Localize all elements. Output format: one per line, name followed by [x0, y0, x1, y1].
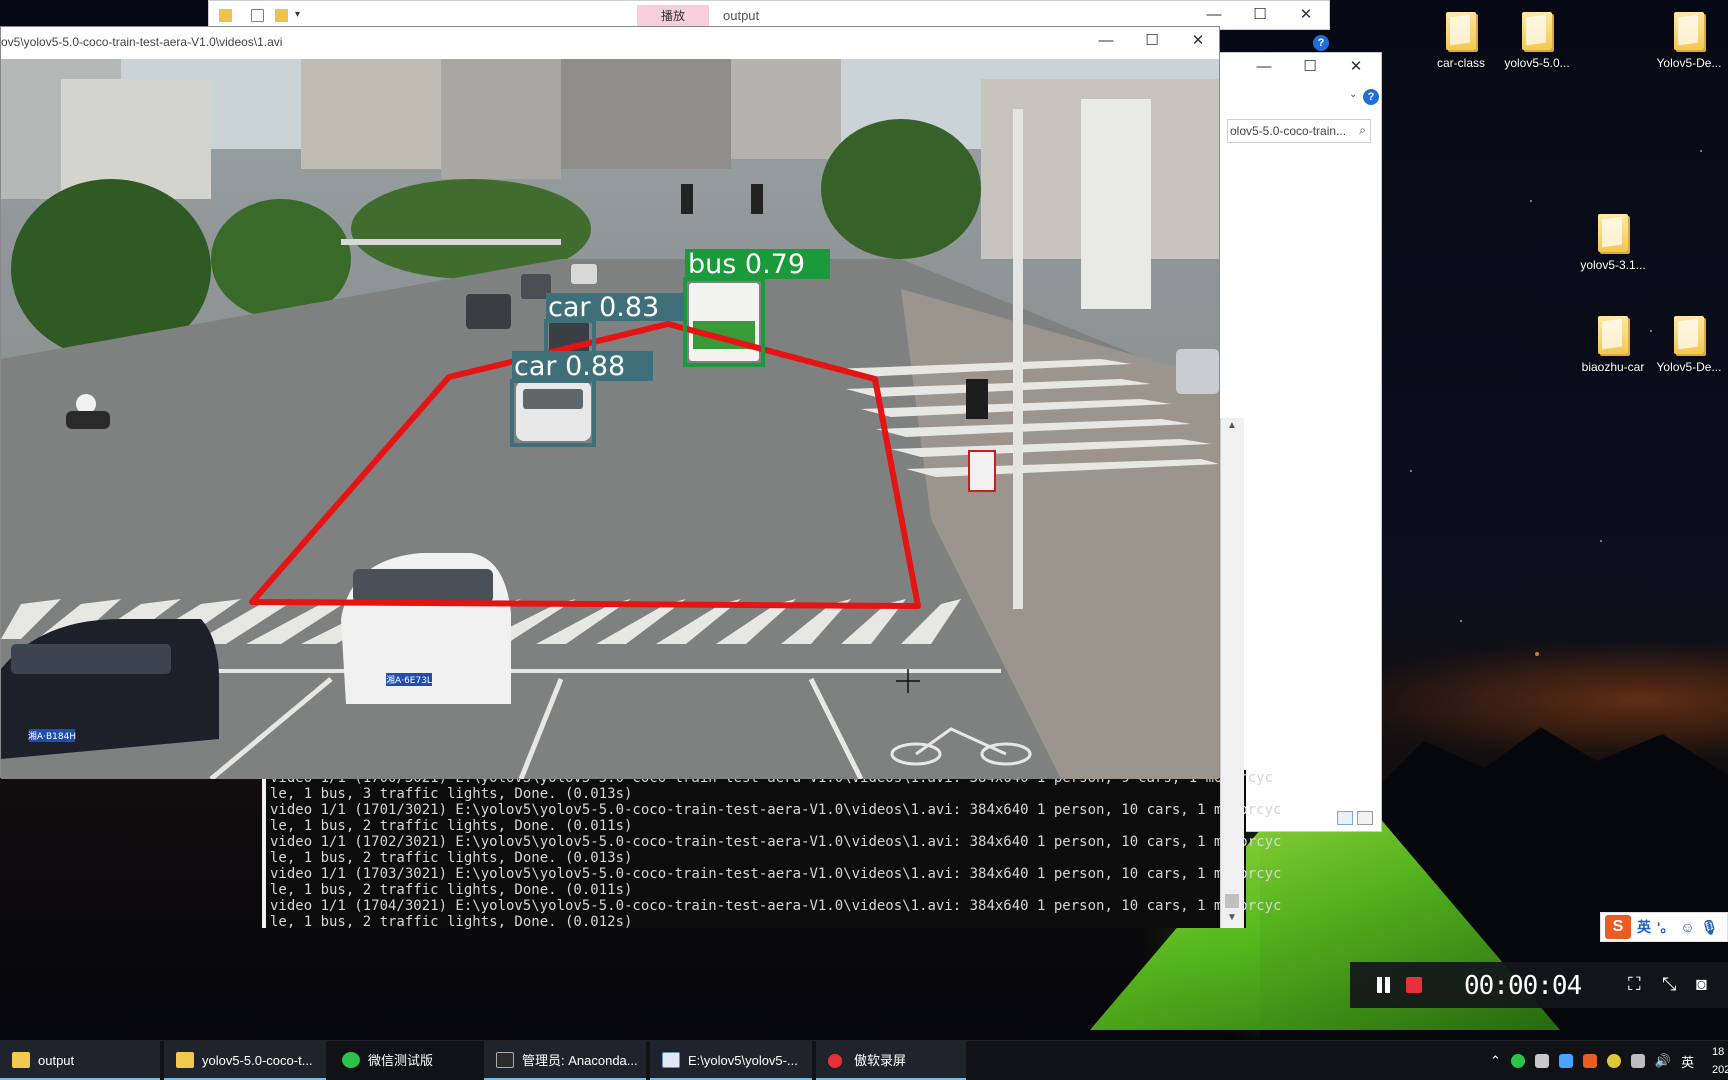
taskbar-item-yolov5-folder[interactable]: yolov5-5.0-coco-t...	[164, 1041, 326, 1080]
network-app-icon[interactable]	[1558, 1054, 1573, 1068]
close-button[interactable]: ✕	[1283, 1, 1329, 31]
camera-icon[interactable]: ◙	[1696, 974, 1707, 995]
usb-icon[interactable]	[1534, 1054, 1549, 1068]
collapse-icon[interactable]: ⤡	[1662, 974, 1676, 995]
tab-play[interactable]: 播放	[637, 5, 709, 28]
console-line: video 1/1 (1703/3021) E:\yolov5\yolov5-5…	[270, 866, 1282, 882]
chevron-down-icon[interactable]: ▾	[295, 9, 308, 22]
bus-detection-label: bus 0.79	[688, 249, 805, 280]
properties-icon[interactable]	[251, 9, 264, 22]
close-button[interactable]: ✕	[1333, 53, 1379, 83]
display-icon[interactable]	[1630, 1054, 1645, 1068]
folder-icon	[176, 1052, 194, 1068]
desktop-icon-car-class[interactable]: car-class	[1422, 12, 1500, 70]
taskbar-item-video-window[interactable]: E:\yolov5\yolov5-...	[650, 1041, 812, 1080]
folder-icon	[1598, 214, 1628, 252]
console-line: le, 1 bus, 2 traffic lights, Done. (0.01…	[270, 882, 633, 898]
large-icons-view-icon[interactable]	[1357, 811, 1373, 825]
license-plate: 湘A·6E73L	[386, 674, 432, 686]
console-line: le, 1 bus, 2 traffic lights, Done. (0.01…	[270, 914, 633, 930]
scroll-down-icon[interactable]: ▼	[1227, 912, 1237, 923]
folder-icon	[12, 1052, 30, 1068]
terminal-icon	[496, 1052, 514, 1068]
desktop-icon-yolov5-de-2[interactable]: Yolov5-De...	[1650, 316, 1728, 374]
console-line: video 1/1 (1701/3021) E:\yolov5\yolov5-5…	[270, 802, 1282, 818]
folder-icon	[1674, 316, 1704, 354]
console-scrollbar[interactable]: ▲ ▼	[1220, 418, 1244, 928]
folder-icon[interactable]	[219, 9, 232, 22]
help-icon[interactable]: ?	[1313, 35, 1329, 51]
explorer-title: output	[723, 8, 760, 23]
taskbar: output yolov5-5.0-coco-t... 微信测试版 管理员: A…	[0, 1040, 1728, 1080]
desktop-icon-yolov5-3[interactable]: yolov5-3.1...	[1574, 214, 1652, 272]
ime-language[interactable]: 英	[1637, 917, 1651, 937]
desktop-icon-biaozhu-car[interactable]: biaozhu-car	[1574, 316, 1652, 374]
ime-mic-icon[interactable]: 🎙	[1701, 919, 1719, 936]
stop-record-icon[interactable]	[1406, 977, 1422, 993]
car-detection-label: car 0.83	[548, 292, 659, 323]
search-input[interactable]: olov5-5.0-coco-train... ⌕	[1227, 119, 1371, 143]
desktop-icon-yolov5-de-1[interactable]: Yolov5-De...	[1650, 12, 1728, 70]
ime-punctuation-icon[interactable]: '。	[1657, 917, 1674, 937]
chevron-up-icon[interactable]: ⌃	[1490, 1053, 1501, 1069]
car-detection-label: car 0.88	[514, 351, 625, 382]
volume-icon[interactable]: 🔊	[1655, 1053, 1671, 1069]
taskbar-item-recorder[interactable]: 傲软录屏	[816, 1041, 966, 1080]
traffic-scene: 湘A·6E73L 湘A·B184H bus 0.79 car 0.83 car …	[1, 59, 1219, 779]
taskbar-clock[interactable]: 18 202	[1712, 1043, 1728, 1079]
console-output[interactable]: video 1/1 (1700/3021) E:\yolov5\yolov5-5…	[262, 770, 1281, 930]
folder-icon	[1522, 12, 1552, 50]
ime-toolbar[interactable]: S 英 '。 ☺ 🎙	[1600, 912, 1728, 942]
scroll-thumb[interactable]	[1225, 894, 1239, 908]
plus-tray-icon[interactable]	[1606, 1054, 1621, 1068]
minimize-button[interactable]: —	[1083, 27, 1129, 57]
wechat-tray-icon[interactable]	[1510, 1054, 1525, 1068]
desktop-icon-yolov5-5[interactable]: yolov5-5.0...	[1498, 12, 1576, 70]
pause-icon[interactable]	[1376, 977, 1392, 993]
maximize-button[interactable]: ☐	[1287, 53, 1333, 83]
folder-icon	[1674, 12, 1704, 50]
license-plate: 湘A·B184H	[28, 730, 76, 742]
video-frame[interactable]: 湘A·6E73L 湘A·B184H bus 0.79 car 0.83 car …	[1, 59, 1219, 779]
scroll-up-icon[interactable]: ▲	[1227, 420, 1237, 431]
console-line: le, 1 bus, 3 traffic lights, Done. (0.01…	[270, 786, 633, 802]
minimize-button[interactable]: —	[1241, 53, 1287, 83]
taskbar-item-wechat[interactable]: 微信测试版	[330, 1041, 480, 1080]
record-icon	[828, 1054, 842, 1068]
video-window-title: ov5\yolov5-5.0-coco-train-test-aera-V1.0…	[1, 35, 283, 49]
sogou-logo-icon: S	[1605, 915, 1631, 939]
help-icon[interactable]: ?	[1363, 89, 1379, 105]
details-view-icon[interactable]	[1337, 811, 1353, 825]
taskbar-item-output[interactable]: output	[0, 1041, 160, 1080]
maximize-button[interactable]: ☐	[1129, 27, 1175, 57]
video-window-icon	[662, 1052, 680, 1068]
input-language[interactable]: 英	[1681, 1052, 1694, 1071]
chevron-down-icon[interactable]: ⌄	[1349, 89, 1357, 100]
console-line: le, 1 bus, 2 traffic lights, Done. (0.01…	[270, 818, 633, 834]
ime-emoji-icon[interactable]: ☺	[1680, 919, 1694, 935]
console-line: le, 1 bus, 2 traffic lights, Done. (0.01…	[270, 850, 633, 866]
console-line: video 1/1 (1702/3021) E:\yolov5\yolov5-5…	[270, 834, 1282, 850]
taskbar-item-anaconda[interactable]: 管理员: Anaconda...	[484, 1041, 646, 1080]
new-folder-icon[interactable]	[275, 9, 288, 22]
search-icon: ⌕	[1359, 123, 1366, 137]
close-button[interactable]: ✕	[1175, 27, 1221, 57]
app-tray-icon[interactable]	[1582, 1054, 1597, 1068]
wechat-icon	[342, 1052, 360, 1068]
video-window-titlebar[interactable]: ov5\yolov5-5.0-coco-train-test-aera-V1.0…	[1, 27, 1219, 59]
folder-icon	[1598, 316, 1628, 354]
system-tray: ⌃ 🔊 英	[1490, 1041, 1694, 1080]
screenshot-region-icon[interactable]: ⛶	[1628, 974, 1641, 995]
screen-recorder-bar: 00:00:04 ⛶ ⤡ ◙	[1350, 962, 1728, 1008]
maximize-button[interactable]: ☐	[1237, 1, 1283, 31]
video-window: ov5\yolov5-5.0-coco-train-test-aera-V1.0…	[0, 26, 1220, 779]
recording-timer: 00:00:04	[1464, 971, 1582, 1001]
folder-icon	[1446, 12, 1476, 50]
console-line: video 1/1 (1704/3021) E:\yolov5\yolov5-5…	[270, 898, 1282, 914]
